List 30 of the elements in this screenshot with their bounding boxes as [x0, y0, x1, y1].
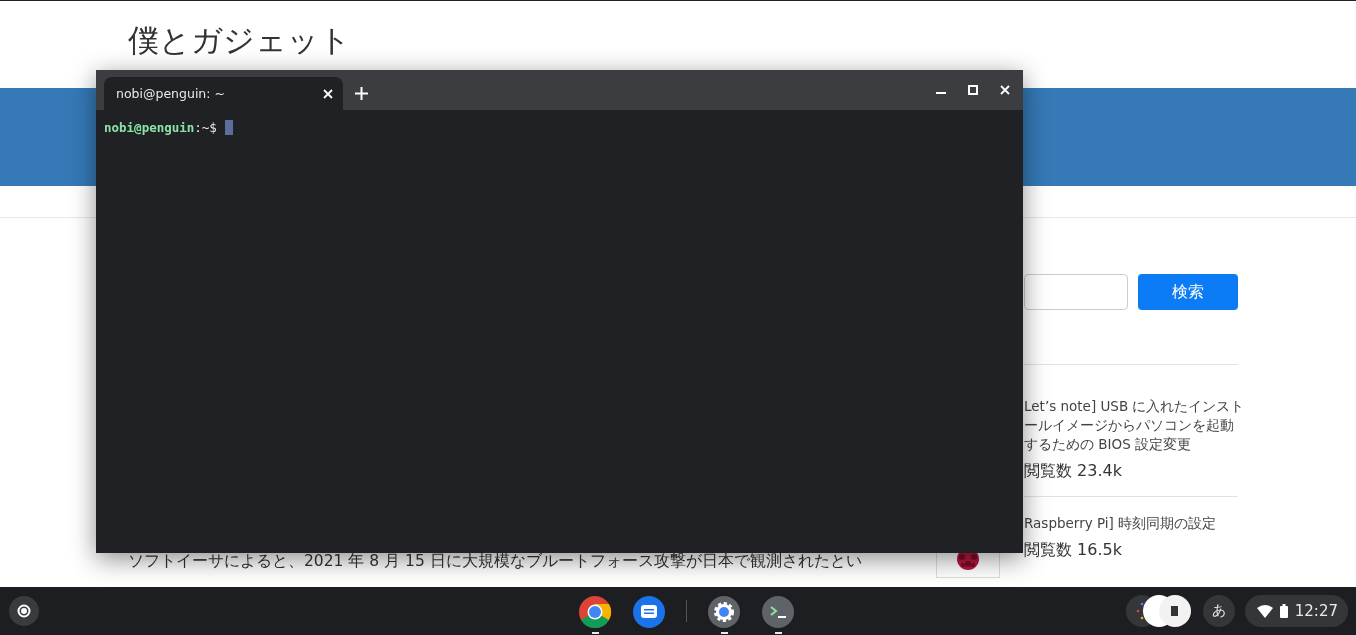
post-title[interactable]: ールイメージからパソコンを起動	[1024, 416, 1245, 435]
launcher-button[interactable]	[9, 596, 39, 626]
terminal-tab[interactable]: nobi@penguin: ~	[104, 77, 343, 110]
maximize-icon[interactable]	[968, 85, 978, 95]
prompt-user: nobi@penguin	[104, 120, 195, 135]
close-icon[interactable]	[1000, 85, 1010, 95]
circle-icon	[17, 604, 31, 618]
post-title[interactable]: Raspberry Pi] 時刻同期の設定	[1024, 514, 1217, 533]
search-button[interactable]: 検索	[1138, 274, 1238, 310]
battery-icon	[1279, 604, 1288, 618]
holding-space-icon[interactable]	[1124, 594, 1193, 628]
wifi-icon	[1256, 604, 1273, 618]
article-text: ソフトイーサによると、2021 年 8 月 15 日に大規模なブルートフォース攻撃が日本で観測されたとい	[128, 551, 863, 572]
prompt-path: :~$	[194, 120, 217, 135]
view-count: 閲覧数 16.5k	[1024, 540, 1123, 561]
view-count: 閲覧数 23.4k	[1024, 461, 1123, 482]
ime-button[interactable]: あ	[1202, 595, 1235, 627]
chrome-icon	[578, 594, 613, 629]
plus-icon[interactable]	[354, 87, 368, 100]
site-title[interactable]: 僕とガジェット	[128, 19, 351, 62]
status-area[interactable]: 12:27	[1244, 595, 1348, 627]
terminal-icon	[761, 594, 796, 629]
chat-icon	[632, 594, 667, 629]
clock: 12:27	[1294, 602, 1338, 620]
search-field[interactable]	[1024, 274, 1128, 310]
close-icon[interactable]	[323, 88, 333, 99]
post-title[interactable]: するための BIOS 設定変更	[1024, 435, 1245, 454]
post-title[interactable]: Let’s note] USB に入れたインスト	[1024, 397, 1245, 416]
text-cursor	[224, 120, 233, 135]
settings-icon	[707, 594, 742, 629]
